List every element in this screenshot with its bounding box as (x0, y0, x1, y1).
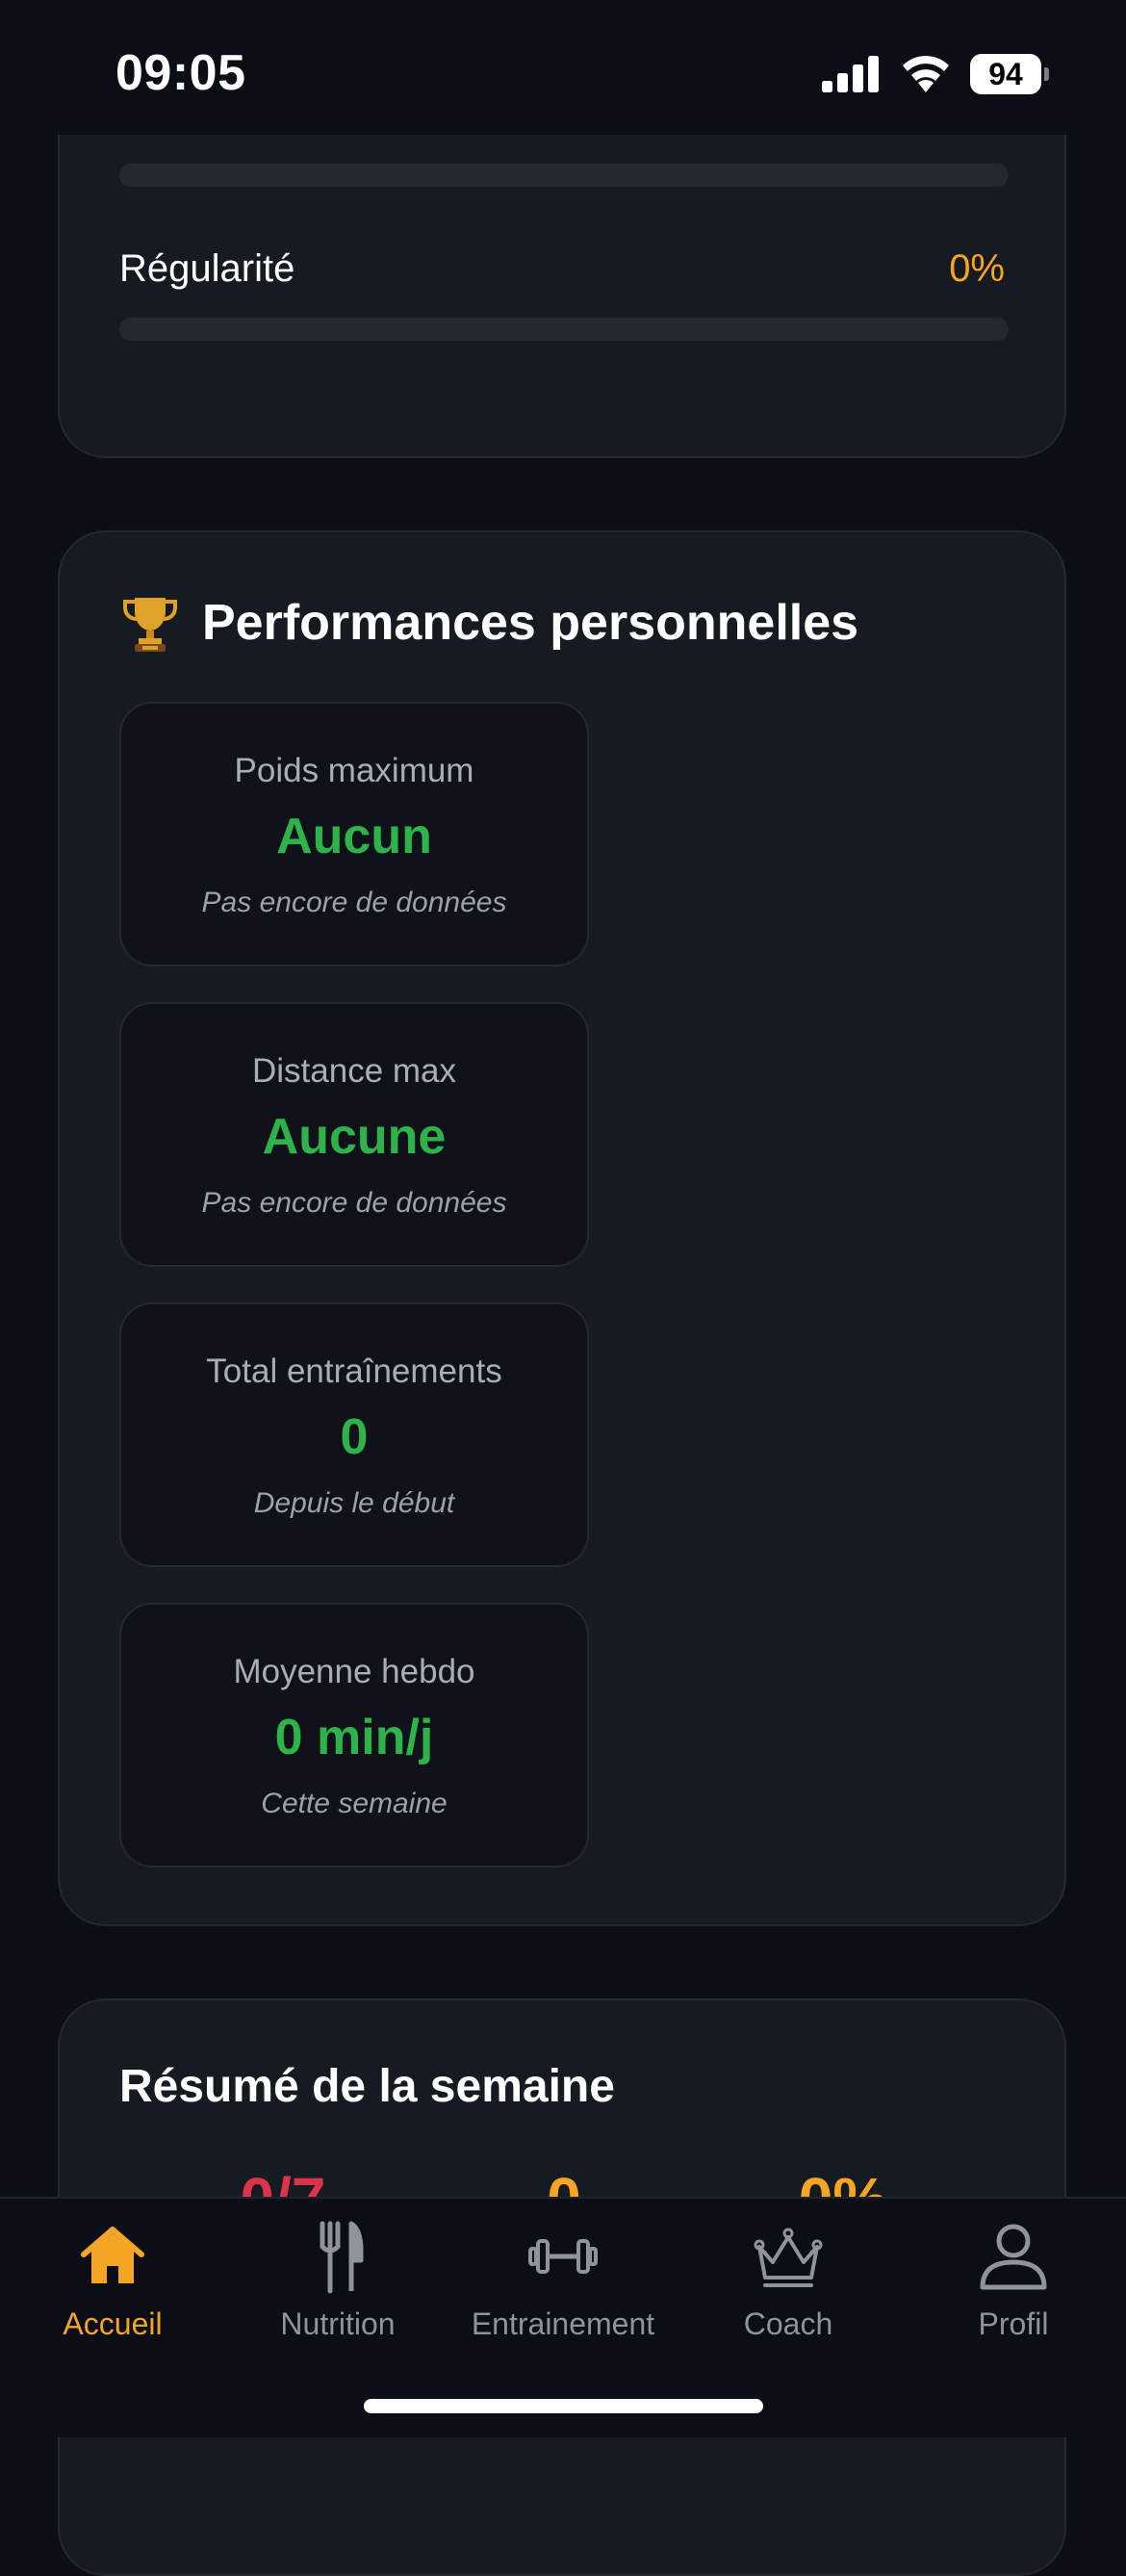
stat-subtitle: Cette semaine (261, 1788, 448, 1819)
dumbbell-icon (528, 2239, 598, 2274)
stat-subtitle: Depuis le début (253, 1487, 455, 1519)
stat-subtitle: Pas encore de données (201, 887, 507, 918)
home-icon (81, 2227, 144, 2283)
tab-profil[interactable]: Profil (901, 2218, 1126, 2362)
stat-value: 0 min/j (274, 1710, 434, 1765)
battery-level: 94 (970, 54, 1041, 94)
tab-nutrition[interactable]: Nutrition (225, 2218, 450, 2362)
status-time: 09:05 (115, 45, 246, 101)
wifi-icon (903, 56, 949, 92)
crown-icon (754, 2228, 823, 2287)
stat-total-workouts: Total entraînements 0 Depuis le début (119, 1302, 589, 1567)
stat-label: Moyenne hebdo (233, 1653, 475, 1690)
stat-value: Aucun (276, 809, 432, 864)
battery-tip (1044, 67, 1049, 81)
tab-entrainement[interactable]: Entrainement (450, 2218, 676, 2362)
tab-label: Nutrition (280, 2306, 396, 2341)
tab-label: Coach (743, 2306, 833, 2341)
status-bar: 09:05 94 (0, 0, 1126, 135)
weekly-summary-title: Résumé de la semaine (119, 2061, 615, 2112)
tab-label: Entrainement (471, 2306, 655, 2341)
tab-coach[interactable]: Coach (676, 2218, 901, 2362)
person-icon (980, 2224, 1047, 2290)
battery-indicator: 94 (970, 54, 1051, 94)
fork-knife-icon (320, 2221, 364, 2294)
stat-label: Distance max (251, 1052, 457, 1090)
stat-value: 0 (340, 1409, 369, 1465)
stat-weekly-average: Moyenne hebdo 0 min/j Cette semaine (119, 1603, 589, 1868)
personal-performance-card: Performances personnelles Poids maximum … (58, 530, 1066, 1926)
regularity-label: Régularité (119, 247, 295, 290)
regularity-value: 0% (949, 247, 1005, 290)
progress-track (119, 164, 1009, 187)
tab-accueil[interactable]: Accueil (0, 2218, 225, 2362)
stat-label: Poids maximum (234, 752, 474, 789)
stat-subtitle: Pas encore de données (201, 1187, 507, 1219)
stat-label: Total entraînements (206, 1352, 502, 1390)
stat-max-distance: Distance max Aucune Pas encore de donnée… (119, 1002, 589, 1267)
performance-title: Performances personnelles (202, 595, 859, 651)
stat-value: Aucune (262, 1109, 447, 1165)
tab-label: Profil (978, 2306, 1049, 2341)
regularity-progress-track (119, 318, 1009, 341)
tab-label: Accueil (63, 2306, 163, 2341)
signal-icon (822, 56, 879, 92)
trophy-icon (123, 598, 177, 652)
stat-max-weight: Poids maximum Aucun Pas encore de donnée… (119, 702, 589, 966)
home-indicator[interactable] (364, 2399, 763, 2413)
